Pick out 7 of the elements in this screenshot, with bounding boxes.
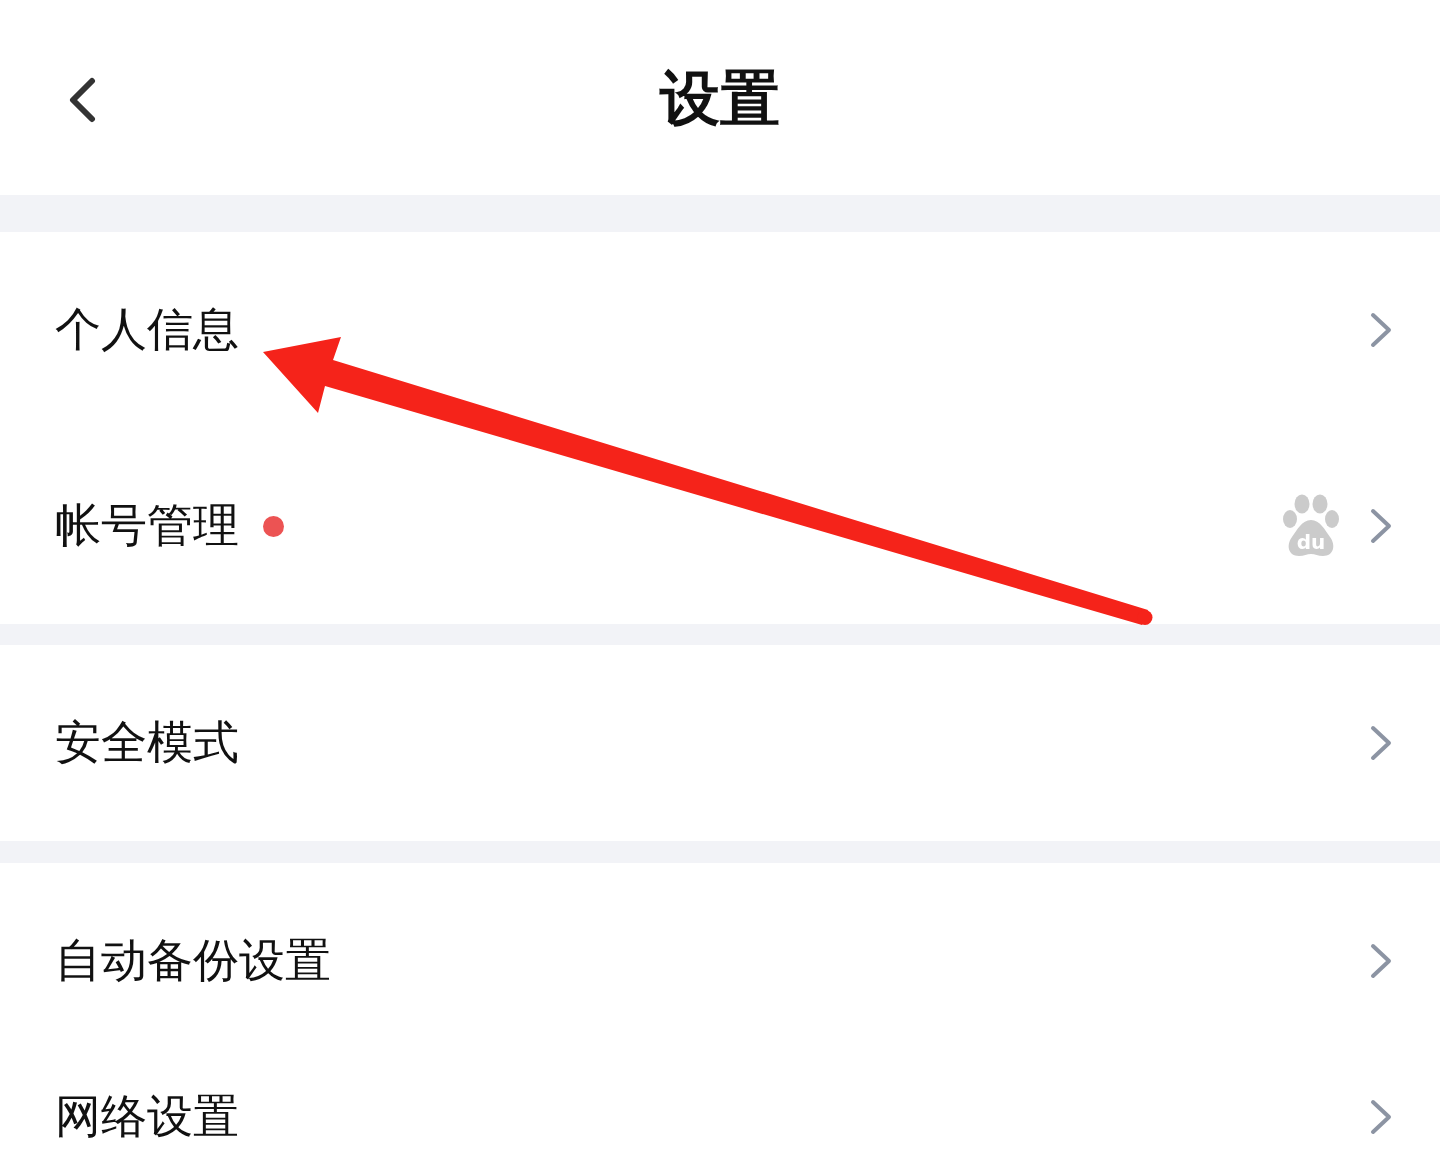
chevron-right-icon — [1370, 312, 1392, 348]
chevron-right-icon — [1370, 508, 1392, 544]
back-chevron-icon — [67, 77, 97, 123]
chevron-right-icon — [1370, 943, 1392, 979]
chevron-right-icon — [1370, 725, 1392, 761]
chevron-right-icon — [1370, 1099, 1392, 1135]
page-title: 设置 — [660, 61, 780, 134]
